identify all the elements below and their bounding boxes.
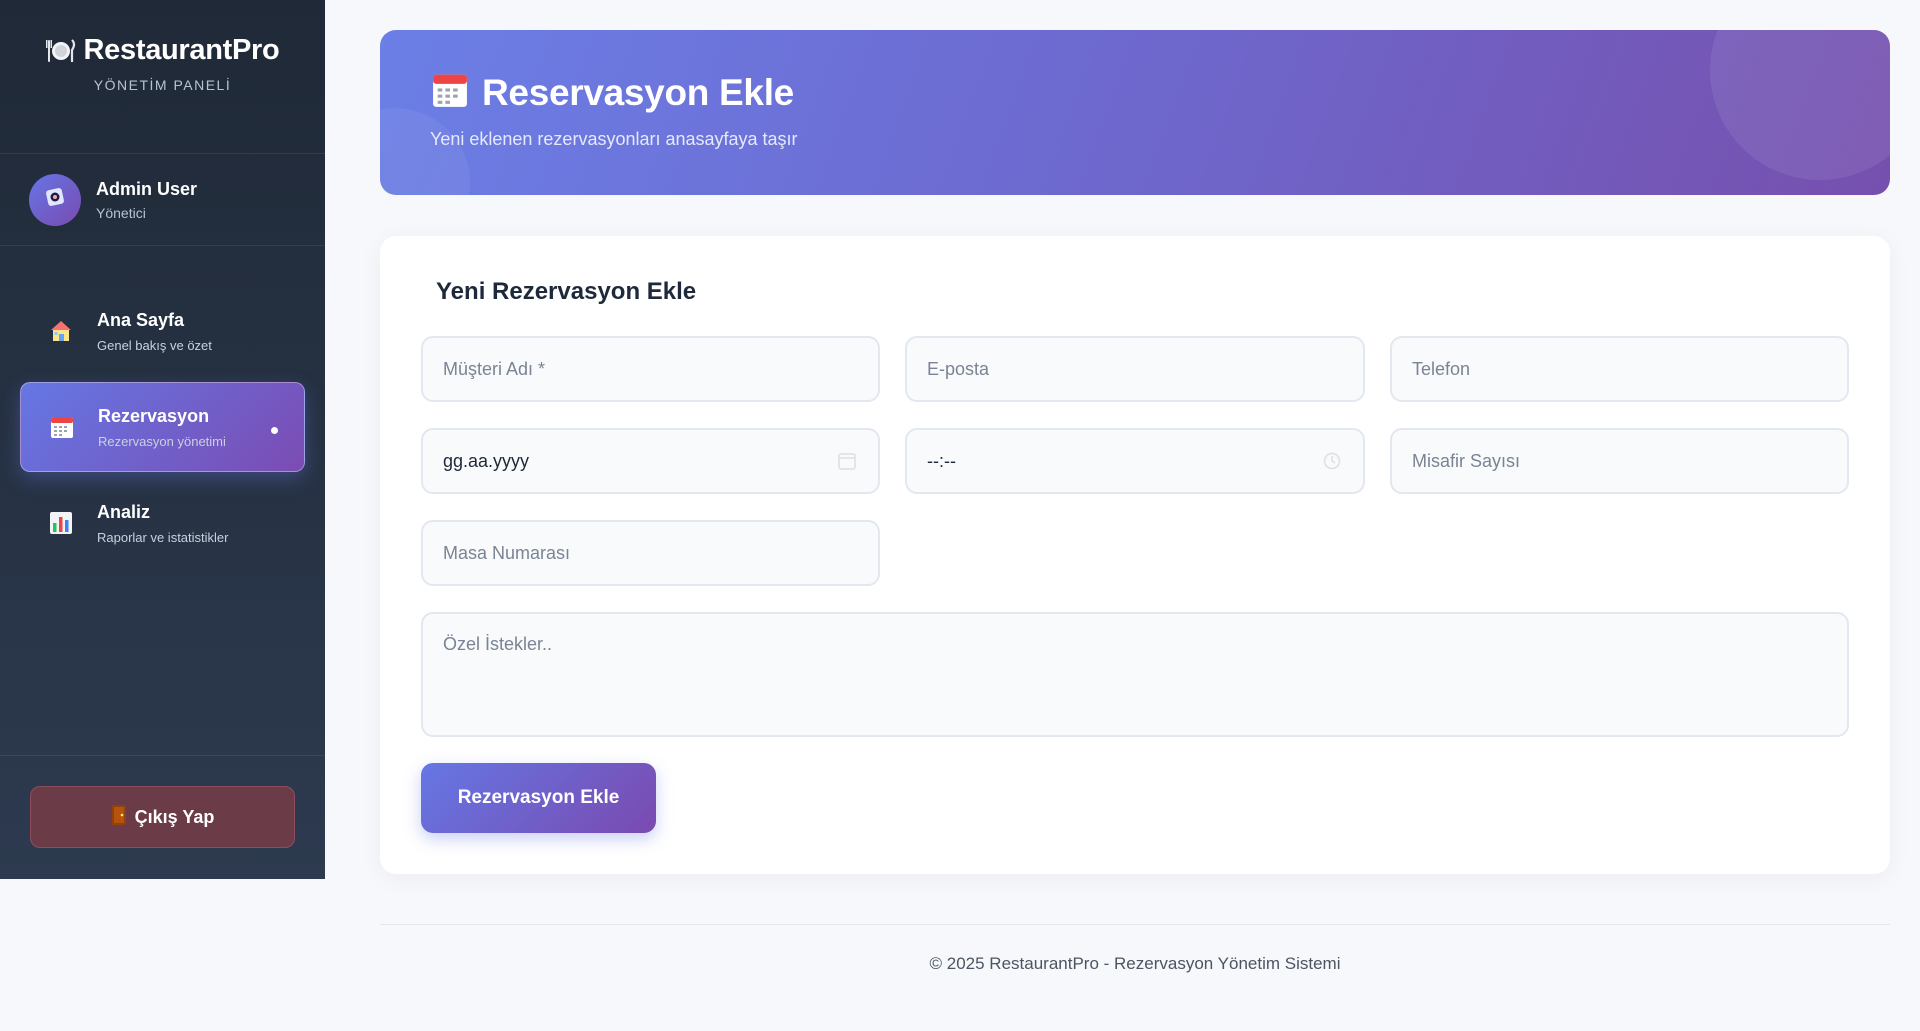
logout-button[interactable]: Çıkış Yap [30,786,295,848]
chef-icon [43,185,67,214]
date-field: gg.aa.yyyy [421,428,880,494]
footer-divider [380,924,1890,925]
sidebar-item-desc: Raporlar ve istatistikler [97,529,229,545]
active-indicator-dot [271,427,278,434]
user-name: Admin User [96,178,198,199]
house-icon [47,317,75,345]
calendar-icon [48,413,76,441]
page-header: Reservasyon Ekle Yeni eklenen rezervasyo… [380,30,1890,195]
sidebar-item-rezervasyon[interactable]: Rezervasyon Rezervasyon yönetimi [20,382,305,472]
plate-cutlery-icon [45,36,76,66]
special-requests-textarea[interactable] [443,614,1827,735]
user-role: Yönetici [96,204,146,221]
clock-icon[interactable] [1323,452,1341,470]
email-input[interactable] [927,358,1343,380]
brand: RestaurantPro YÖNETİM PANELİ [0,0,325,154]
sidebar-item-title: Ana Sayfa [97,309,185,330]
sidebar-item-desc: Genel bakış ve özet [97,337,212,353]
table-number-field [421,520,880,586]
sidebar-footer: Çıkış Yap [0,755,325,879]
add-reservation-button[interactable]: Rezervasyon Ekle [421,763,656,833]
brand-subtitle: YÖNETİM PANELİ [93,77,232,93]
page-title: Reservasyon Ekle [482,71,794,113]
sidebar-item-title: Rezervasyon [98,405,210,426]
sidebar: RestaurantPro YÖNETİM PANELİ Admin User … [0,0,325,879]
decorative-circle [380,108,470,195]
sidebar-item-analiz[interactable]: Analiz Raporlar ve istatistikler [20,478,305,568]
form-title: Yeni Rezervasyon Ekle [436,278,697,305]
door-icon [111,804,127,830]
logout-label: Çıkış Yap [134,806,215,827]
bar-chart-icon [47,509,75,537]
page-subtitle: Yeni eklenen rezervasyonları anasayfaya … [430,129,798,149]
sidebar-item-title: Analiz [97,501,151,522]
calendar-picker-icon[interactable] [838,452,856,470]
avatar [29,173,81,226]
email-field [905,336,1365,402]
time-input[interactable]: --:-- [927,451,956,472]
customer-name-input[interactable] [443,358,858,380]
sidebar-item-desc: Rezervasyon yönetimi [98,433,226,449]
time-field: --:-- [905,428,1365,494]
footer-text: © 2025 RestaurantPro - Rezervasyon Yönet… [929,954,1341,973]
reservation-form-card: Yeni Rezervasyon Ekle gg.aa.yyyy --:-- R… [380,236,1890,874]
phone-field [1390,336,1849,402]
user-profile: Admin User Yönetici [0,154,325,246]
date-input[interactable]: gg.aa.yyyy [443,451,529,472]
guests-input[interactable] [1412,450,1827,472]
customer-name-field [421,336,880,402]
phone-input[interactable] [1412,358,1827,380]
calendar-icon [430,70,470,115]
guests-field [1390,428,1849,494]
table-number-input[interactable] [443,542,858,564]
sidebar-item-ana-sayfa[interactable]: Ana Sayfa Genel bakış ve özet [20,286,305,376]
brand-name: RestaurantPro [83,34,280,66]
sidebar-nav: Ana Sayfa Genel bakış ve özet Rezervasyo… [0,246,325,568]
special-requests-field [421,612,1849,737]
